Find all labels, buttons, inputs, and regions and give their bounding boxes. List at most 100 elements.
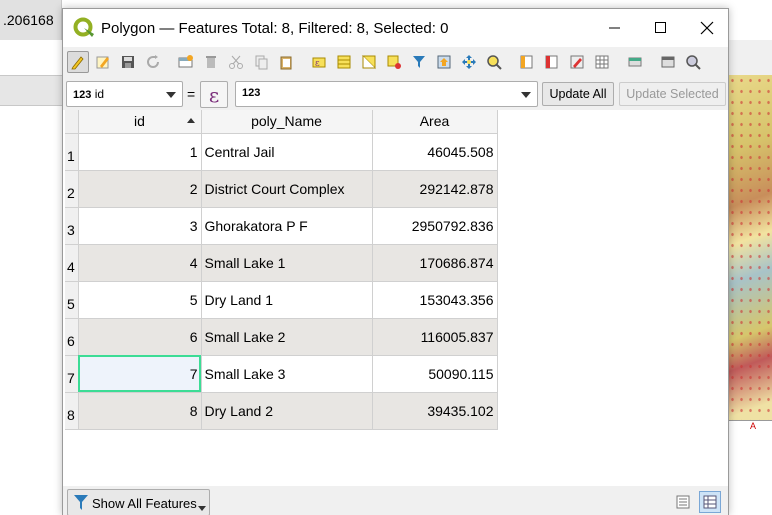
deselect-all-button[interactable] xyxy=(383,51,405,73)
cell-id[interactable]: 7 xyxy=(78,355,202,393)
cell-id[interactable]: 5 xyxy=(78,281,202,319)
cell-id[interactable]: 1 xyxy=(78,133,202,171)
cell-poly-name[interactable]: Central Jail xyxy=(201,133,373,171)
cell-poly-name[interactable]: Small Lake 2 xyxy=(201,318,373,356)
invert-selection-button[interactable] xyxy=(358,51,380,73)
row-number[interactable]: 5 xyxy=(65,281,79,319)
cell-poly-name[interactable]: Small Lake 1 xyxy=(201,244,373,282)
reload-button[interactable] xyxy=(142,51,164,73)
cell-area[interactable]: 46045.508 xyxy=(372,133,498,171)
toggle-editing-button[interactable] xyxy=(67,51,89,73)
copy-icon xyxy=(255,55,268,70)
svg-text:ε: ε xyxy=(315,59,320,69)
dock-window-button[interactable] xyxy=(657,51,679,73)
cell-area[interactable]: 50090.115 xyxy=(372,355,498,393)
field-select[interactable]: 123 id xyxy=(66,81,183,107)
cell-area[interactable]: 39435.102 xyxy=(372,392,498,430)
epsilon-icon: ε xyxy=(208,82,220,107)
cell-id[interactable]: 2 xyxy=(78,170,202,208)
help-button[interactable] xyxy=(682,51,704,73)
table-row[interactable]: 6 6 Small Lake 2 116005.837 xyxy=(65,318,498,356)
chevron-down-icon xyxy=(166,92,176,98)
cell-id[interactable]: 3 xyxy=(78,207,202,245)
cell-poly-name[interactable]: Small Lake 3 xyxy=(201,355,373,393)
cell-poly-name[interactable]: Dry Land 1 xyxy=(201,281,373,319)
maximize-button[interactable] xyxy=(638,9,684,47)
expression-input[interactable]: 123 xyxy=(235,81,538,107)
column-header-poly-name[interactable]: poly_Name xyxy=(201,110,373,134)
field-calculator-button[interactable] xyxy=(566,51,588,73)
select-all-button[interactable] xyxy=(333,51,355,73)
cell-poly-name[interactable]: District Court Complex xyxy=(201,170,373,208)
map-legend-letter: A xyxy=(750,421,757,431)
pan-to-selected-button[interactable] xyxy=(458,51,480,73)
column-header-id[interactable]: id xyxy=(78,110,202,134)
update-all-button[interactable]: Update All xyxy=(542,82,614,106)
zoom-to-selected-button[interactable] xyxy=(483,51,505,73)
form-view-button[interactable] xyxy=(672,491,694,513)
update-selected-button[interactable]: Update Selected xyxy=(619,82,726,106)
chevron-down-icon xyxy=(521,92,531,98)
actions-button[interactable] xyxy=(624,51,646,73)
new-field-button[interactable] xyxy=(516,51,538,73)
table-row[interactable]: 1 1 Central Jail 46045.508 xyxy=(65,133,498,171)
close-button[interactable] xyxy=(684,9,730,47)
save-edits-button[interactable] xyxy=(117,51,139,73)
table-row[interactable]: 5 5 Dry Land 1 153043.356 xyxy=(65,281,498,319)
table-row[interactable]: 2 2 District Court Complex 292142.878 xyxy=(65,170,498,208)
map-canvas[interactable] xyxy=(728,75,772,440)
row-number[interactable]: 1 xyxy=(65,133,79,171)
field-update-bar: 123 id = ε 123 Update All Update Selecte… xyxy=(63,79,728,110)
cell-area[interactable]: 292142.878 xyxy=(372,170,498,208)
show-all-features-button[interactable]: Show All Features xyxy=(67,489,210,515)
pan-to-selected-icon xyxy=(462,55,476,69)
maximize-icon xyxy=(655,22,666,33)
select-by-expression-button[interactable]: ε xyxy=(308,51,330,73)
column-header-area[interactable]: Area xyxy=(372,110,498,134)
row-number[interactable]: 6 xyxy=(65,318,79,356)
cell-area[interactable]: 2950792.836 xyxy=(372,207,498,245)
conditional-format-icon xyxy=(595,55,609,69)
table-view-icon xyxy=(703,495,717,509)
cell-area[interactable]: 170686.874 xyxy=(372,244,498,282)
background-panel xyxy=(0,106,62,515)
invert-selection-icon xyxy=(361,55,376,70)
cell-id[interactable]: 4 xyxy=(78,244,202,282)
add-feature-button[interactable] xyxy=(175,51,197,73)
attribute-table: id poly_Name Area 1 1 Central Jail 46045.50… xyxy=(63,110,728,486)
multi-edit-icon xyxy=(96,56,109,69)
background-panel xyxy=(0,76,62,106)
cell-id[interactable]: 8 xyxy=(78,392,202,430)
delete-feature-button[interactable] xyxy=(200,51,222,73)
cell-area[interactable]: 153043.356 xyxy=(372,281,498,319)
expression-builder-button[interactable]: ε xyxy=(200,81,228,108)
cell-id[interactable]: 6 xyxy=(78,318,202,356)
minimize-button[interactable] xyxy=(592,9,638,47)
row-number[interactable]: 4 xyxy=(65,244,79,282)
multi-edit-button[interactable] xyxy=(92,51,114,73)
copy-button[interactable] xyxy=(250,51,272,73)
conditional-formatting-button[interactable] xyxy=(591,51,613,73)
row-number[interactable]: 7 xyxy=(65,355,79,393)
filter-button[interactable] xyxy=(408,51,430,73)
corner-cell[interactable] xyxy=(65,110,79,134)
cell-poly-name[interactable]: Dry Land 2 xyxy=(201,392,373,430)
row-number[interactable]: 3 xyxy=(65,207,79,245)
table-view-button[interactable] xyxy=(699,491,721,513)
column-header-label: id xyxy=(134,113,145,130)
move-selection-to-top-button[interactable] xyxy=(433,51,455,73)
table-row[interactable]: 4 4 Small Lake 1 170686.874 xyxy=(65,244,498,282)
background-panel xyxy=(728,456,772,515)
cut-button[interactable] xyxy=(225,51,247,73)
delete-field-button[interactable] xyxy=(541,51,563,73)
table-row[interactable]: 3 3 Ghorakatora P F 2950792.836 xyxy=(65,207,498,245)
paste-button[interactable] xyxy=(275,51,297,73)
cell-area[interactable]: 116005.837 xyxy=(372,318,498,356)
table-row[interactable]: 8 8 Dry Land 2 39435.102 xyxy=(65,392,498,430)
table-row[interactable]: 7 7 Small Lake 3 50090.115 xyxy=(65,355,498,393)
row-number[interactable]: 2 xyxy=(65,170,79,208)
delete-feature-icon xyxy=(206,56,216,68)
form-view-icon xyxy=(676,495,690,509)
row-number[interactable]: 8 xyxy=(65,392,79,430)
cell-poly-name[interactable]: Ghorakatora P F xyxy=(201,207,373,245)
